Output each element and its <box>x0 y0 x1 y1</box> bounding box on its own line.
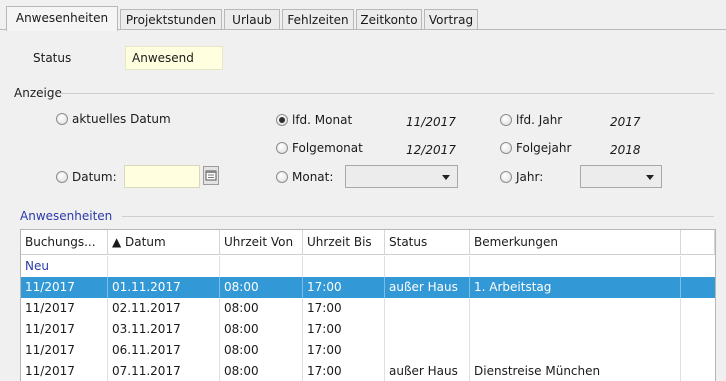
table-row[interactable]: 11/2017 03.11.2017 08:00 17:00 <box>21 319 715 340</box>
tab-bar: Anwesenheiten Projektstunden Urlaub Fehl… <box>0 0 726 31</box>
tab-zeitkonto[interactable]: Zeitkonto <box>356 9 422 30</box>
cell-datum: 01.11.2017 <box>108 277 220 298</box>
chevron-down-icon <box>646 175 654 180</box>
cell-uhrzeit-von: 08:00 <box>220 340 303 361</box>
label-folgemonat: Folgemonat <box>292 141 363 155</box>
column-header-filler <box>681 230 715 255</box>
cell-status <box>385 340 470 361</box>
cell-uhrzeit-von: 08:00 <box>220 277 303 298</box>
cell-uhrzeit-bis: 17:00 <box>303 361 385 381</box>
radio-datum[interactable] <box>56 171 68 183</box>
cell-datum: 03.11.2017 <box>108 319 220 340</box>
cell-uhrzeit-bis: 17:00 <box>303 340 385 361</box>
chevron-down-icon <box>442 175 450 180</box>
column-header-buchungsmonat[interactable]: Buchungs... <box>21 230 108 255</box>
radio-monat[interactable] <box>276 171 288 183</box>
cell-datum: 06.11.2017 <box>108 340 220 361</box>
monat-select[interactable] <box>345 165 458 188</box>
anwesenheiten-table: Buchungs... ▲ Datum Uhrzeit Von Uhrzeit … <box>20 229 716 381</box>
cell-status <box>385 298 470 319</box>
label-datum: Datum: <box>72 170 117 184</box>
cell-bemerkungen <box>470 319 681 340</box>
cell-uhrzeit-bis: 17:00 <box>303 277 385 298</box>
label-lfd-jahr: lfd. Jahr <box>516 113 563 127</box>
column-header-bemerkungen[interactable]: Bemerkungen <box>470 230 681 255</box>
column-header-status[interactable]: Status <box>385 230 470 255</box>
radio-folgemonat[interactable] <box>276 142 288 154</box>
label-lfd-monat: lfd. Monat <box>292 113 353 127</box>
anzeige-group-divider <box>58 93 714 94</box>
table-row[interactable]: 11/2017 06.11.2017 08:00 17:00 <box>21 340 715 361</box>
cell-bemerkungen <box>470 298 681 319</box>
anzeige-group-title: Anzeige <box>14 86 62 100</box>
jahr-select[interactable] <box>580 165 662 188</box>
cell-status <box>385 319 470 340</box>
anwesenheiten-group-divider <box>122 216 714 217</box>
value-folgejahr: 2018 <box>610 143 641 157</box>
cell-buchungsmonat: 11/2017 <box>21 361 108 381</box>
radio-folgejahr[interactable] <box>500 142 512 154</box>
cell-uhrzeit-von: 08:00 <box>220 361 303 381</box>
datum-input[interactable] <box>124 165 200 188</box>
column-header-datum[interactable]: ▲ Datum <box>108 230 220 255</box>
cell-status: außer Haus <box>385 361 470 381</box>
tab-anwesenheiten[interactable]: Anwesenheiten <box>6 6 118 31</box>
label-folgejahr: Folgejahr <box>516 141 572 155</box>
calendar-button[interactable] <box>203 166 219 185</box>
value-lfd-jahr: 2017 <box>610 115 641 129</box>
cell-uhrzeit-von: 08:00 <box>220 319 303 340</box>
new-row[interactable]: Neu <box>21 256 715 277</box>
cell-datum: 07.11.2017 <box>108 361 220 381</box>
cell-bemerkungen <box>470 340 681 361</box>
radio-aktuelles-datum[interactable] <box>56 113 68 125</box>
calendar-icon <box>205 170 217 181</box>
label-monat: Monat: <box>292 170 334 184</box>
cell-bemerkungen: Dienstreise München <box>470 361 681 381</box>
cell-status: außer Haus <box>385 277 470 298</box>
value-lfd-monat: 11/2017 <box>406 115 456 129</box>
label-aktuelles-datum: aktuelles Datum <box>72 112 171 126</box>
label-jahr: Jahr: <box>516 170 544 184</box>
tab-projektstunden[interactable]: Projektstunden <box>120 9 222 30</box>
anwesenheiten-group-title: Anwesenheiten <box>20 209 113 223</box>
table-row[interactable]: 11/2017 07.11.2017 08:00 17:00 außer Haus Die… <box>21 361 715 381</box>
cell-buchungsmonat: 11/2017 <box>21 298 108 319</box>
tab-urlaub[interactable]: Urlaub <box>224 9 280 30</box>
column-header-uhrzeit-bis[interactable]: Uhrzeit Bis <box>303 230 385 255</box>
status-value-field: Anwesend <box>125 46 223 70</box>
new-row-label: Neu <box>21 256 108 277</box>
radio-jahr[interactable] <box>500 171 512 183</box>
cell-uhrzeit-bis: 17:00 <box>303 298 385 319</box>
cell-buchungsmonat: 11/2017 <box>21 340 108 361</box>
column-header-uhrzeit-von[interactable]: Uhrzeit Von <box>220 230 303 255</box>
cell-datum: 02.11.2017 <box>108 298 220 319</box>
status-label: Status <box>33 51 72 65</box>
table-row[interactable]: 11/2017 01.11.2017 08:00 17:00 außer Haus 1. … <box>21 277 715 298</box>
cell-buchungsmonat: 11/2017 <box>21 319 108 340</box>
table-row[interactable]: 11/2017 02.11.2017 08:00 17:00 <box>21 298 715 319</box>
cell-uhrzeit-von: 08:00 <box>220 298 303 319</box>
tab-fehlzeiten[interactable]: Fehlzeiten <box>282 9 354 30</box>
radio-lfd-jahr[interactable] <box>500 114 512 126</box>
tab-vortrag[interactable]: Vortrag <box>424 9 478 30</box>
radio-lfd-monat[interactable] <box>276 114 288 126</box>
cell-uhrzeit-bis: 17:00 <box>303 319 385 340</box>
value-folgemonat: 12/2017 <box>406 143 456 157</box>
cell-buchungsmonat: 11/2017 <box>21 277 108 298</box>
cell-bemerkungen: 1. Arbeitstag <box>470 277 681 298</box>
